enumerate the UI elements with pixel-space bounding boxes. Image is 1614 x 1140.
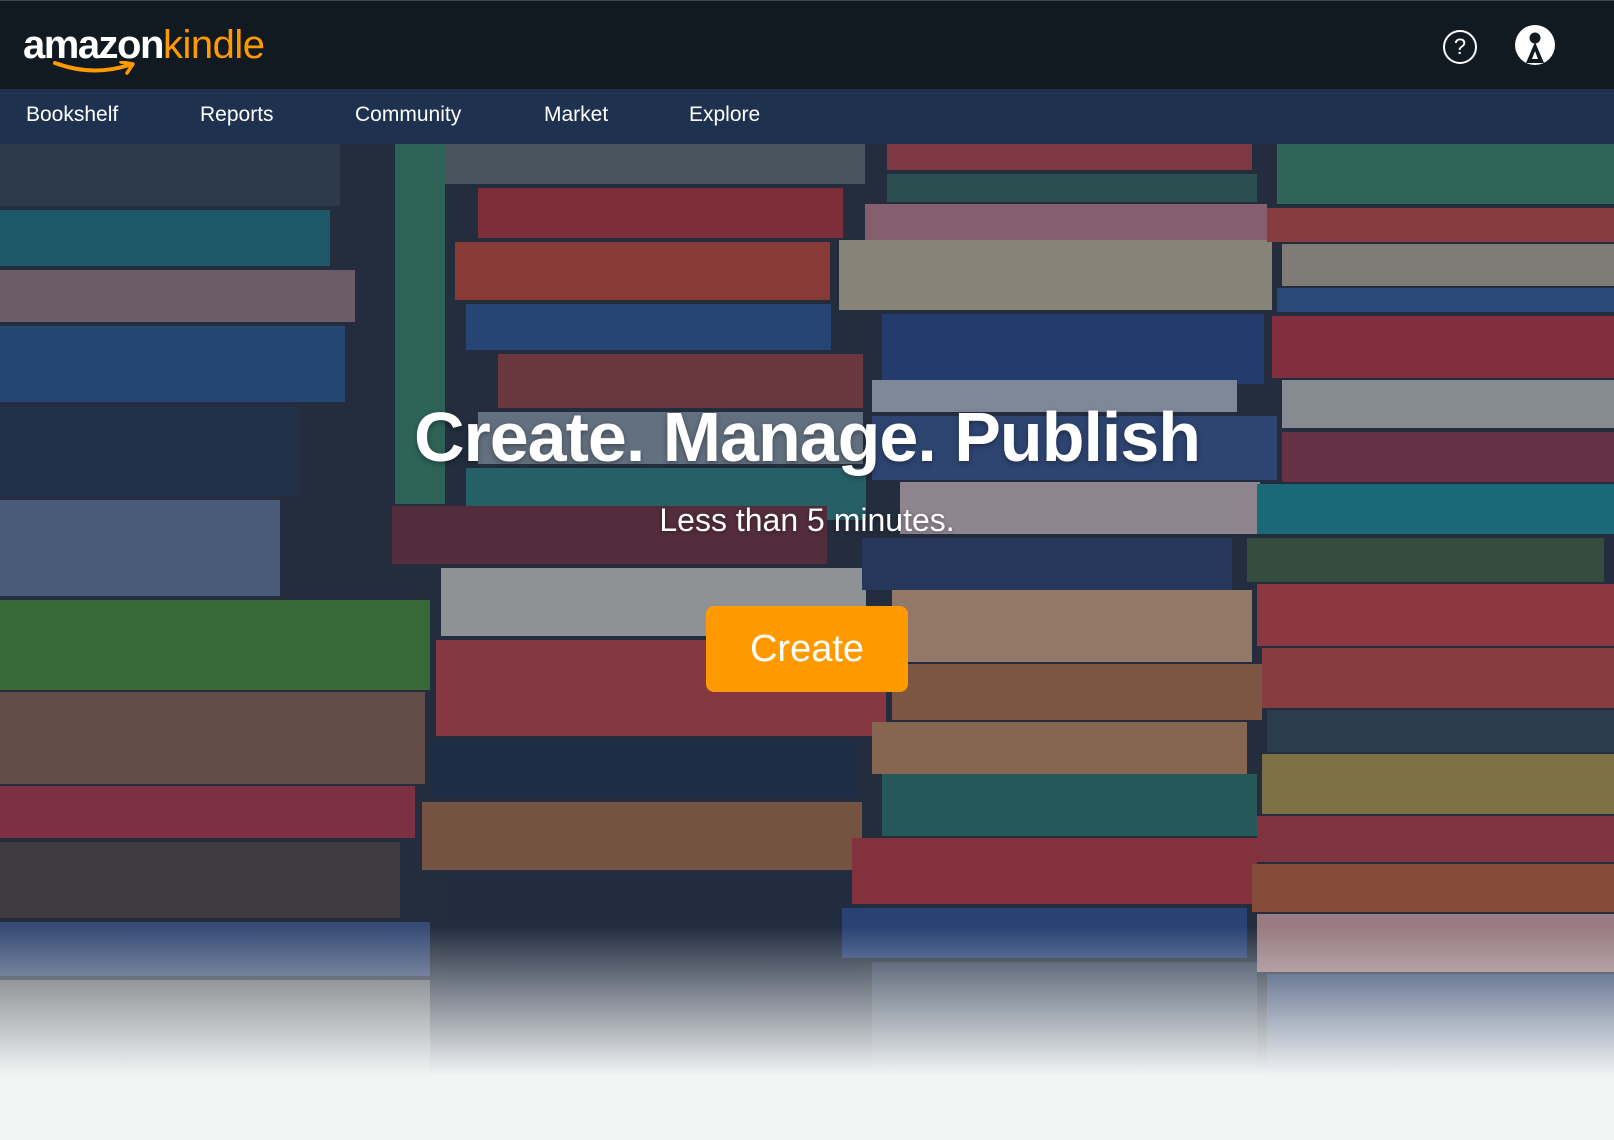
nav-item-reports[interactable]: Reports xyxy=(200,103,274,127)
user-avatar-icon xyxy=(1526,32,1544,63)
create-button[interactable]: Create xyxy=(706,606,908,692)
amazon-smile-icon xyxy=(53,61,135,75)
logo-kindle-text: kindle xyxy=(162,23,265,67)
nav-item-explore[interactable]: Explore xyxy=(689,103,760,127)
amazon-kindle-logo[interactable]: amazon kindle xyxy=(23,17,265,77)
top-header: amazon kindle ? xyxy=(0,0,1614,89)
account-button[interactable] xyxy=(1515,25,1555,65)
nav-item-community[interactable]: Community xyxy=(355,103,461,127)
hero-subtitle: Less than 5 minutes. xyxy=(659,502,955,538)
hero-banner: Create. Manage. Publish Less than 5 minu… xyxy=(0,144,1614,1076)
help-button[interactable]: ? xyxy=(1443,30,1477,64)
help-circle-icon: ? xyxy=(1453,34,1467,59)
nav-item-market[interactable]: Market xyxy=(544,103,608,127)
hero-title: Create. Manage. Publish xyxy=(413,398,1201,476)
nav-item-bookshelf[interactable]: Bookshelf xyxy=(26,103,118,127)
main-nav: Bookshelf Reports Community Market Explo… xyxy=(0,89,1614,144)
hero-bottom-fade xyxy=(0,926,1614,1076)
